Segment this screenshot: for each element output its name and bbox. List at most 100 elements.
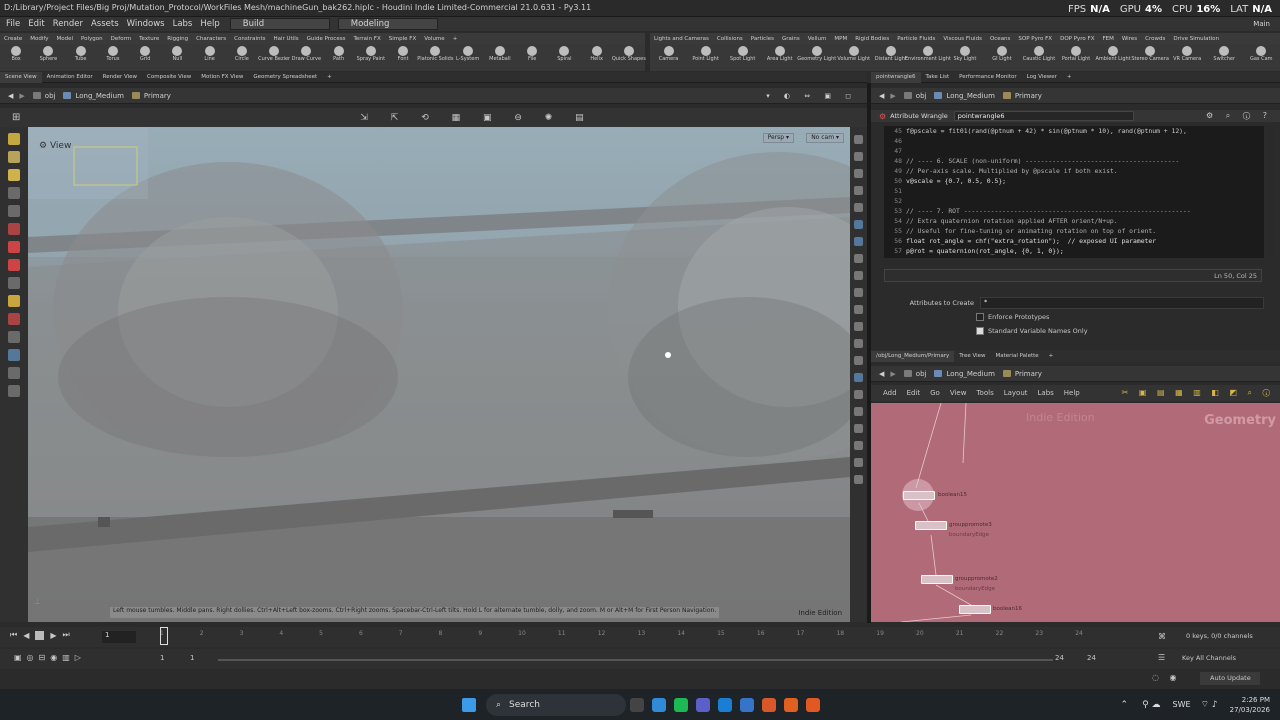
view-tool-icon[interactable] <box>8 277 20 289</box>
perspective-menu[interactable]: Persp ▾ <box>762 133 794 143</box>
range-end[interactable]: 24 <box>1055 654 1064 662</box>
pointer-tool-icon[interactable] <box>8 187 20 199</box>
shelf-tab[interactable]: Particle Fluids <box>893 36 939 42</box>
jump-end-icon[interactable]: ⏭ <box>63 630 70 640</box>
path-geo[interactable]: Long_Medium <box>934 92 995 100</box>
shelf-tool-spray-paint[interactable]: Spray Paint <box>355 44 387 71</box>
tab-composite-view[interactable]: Composite View <box>142 72 196 83</box>
shelf-tool-gas-cam[interactable]: Gas Cam <box>1243 44 1280 71</box>
display-option-icon[interactable] <box>854 339 863 348</box>
shelf-tool-area-light[interactable]: Area Light <box>761 44 798 71</box>
net-menu-edit[interactable]: Edit <box>907 389 921 397</box>
standard-variables-checkbox[interactable] <box>976 327 984 335</box>
keys-icon[interactable]: ⌘ <box>1158 632 1166 641</box>
menu-assets[interactable]: Assets <box>91 19 119 29</box>
shelf-tool-quick-shapes[interactable]: Quick Shapes <box>612 44 646 71</box>
shelf-tab[interactable]: Volume <box>420 36 448 42</box>
range-slider[interactable] <box>218 659 1053 661</box>
paint-tool-icon[interactable] <box>8 295 20 307</box>
tab-geometry-spreadsheet[interactable]: Geometry Spreadsheet <box>248 72 322 83</box>
shelf-tab[interactable]: Terrain FX <box>349 36 384 42</box>
taskbar-search[interactable]: ⌕ Search <box>486 693 626 716</box>
light-tool-icon[interactable] <box>8 367 20 379</box>
display-option-icon[interactable] <box>854 322 863 331</box>
forward-arrow-icon[interactable]: ▶ <box>890 92 895 100</box>
play-icon[interactable]: ▶ <box>50 631 56 640</box>
display-option-icon[interactable] <box>854 356 863 365</box>
camera-menu[interactable]: No cam ▾ <box>806 133 844 143</box>
scene-viewport[interactable]: ⚙ View Persp ▾ No cam ▾ Left mouse tumbl… <box>28 127 850 622</box>
display-option-icon[interactable] <box>854 441 863 450</box>
shelf-tool-path[interactable]: Path <box>323 44 355 71</box>
status-icons[interactable]: ◌ ◉ <box>1152 673 1181 682</box>
tray-icons[interactable]: ⚲ ☁ <box>1142 700 1160 710</box>
handle-tool-icon[interactable] <box>8 223 20 235</box>
tab-motion-fx-view[interactable]: Motion FX View <box>196 72 248 83</box>
shelf-tool-point-light[interactable]: Point Light <box>687 44 724 71</box>
move-tool-icon[interactable] <box>8 151 20 163</box>
shelf-tab[interactable]: Vellum <box>804 36 831 42</box>
shelf-tab[interactable]: Viscous Fluids <box>939 36 986 42</box>
path-obj[interactable]: obj <box>903 92 926 100</box>
shading-icon[interactable] <box>854 237 863 246</box>
tab-scene-view[interactable]: Scene View <box>0 71 42 83</box>
shelf-tab[interactable]: Grains <box>778 36 804 42</box>
shelf-tab[interactable]: Wires <box>1118 36 1141 42</box>
playhead[interactable] <box>160 627 168 645</box>
start-icon[interactable] <box>462 697 476 712</box>
magnet-tool-icon[interactable] <box>8 331 20 343</box>
shelf-tool-switcher[interactable]: Switcher <box>1206 44 1243 71</box>
shelf-tab[interactable]: Modify <box>26 36 52 42</box>
shelf-tool-box[interactable]: Box <box>0 44 32 71</box>
main-label[interactable]: Main <box>1253 20 1270 28</box>
tab-performance-monitor[interactable]: Performance Monitor <box>954 72 1022 83</box>
task-view-icon[interactable] <box>630 697 644 712</box>
display-option-icon[interactable] <box>854 186 863 195</box>
back-arrow-icon[interactable]: ◀ <box>879 370 884 378</box>
step-back-icon[interactable]: ◀ <box>23 631 29 640</box>
display-option-icon[interactable] <box>854 424 863 433</box>
shelf-tab[interactable]: Texture <box>135 36 163 42</box>
lock-icon[interactable] <box>854 169 863 178</box>
shelf-tool-circle[interactable]: Circle <box>226 44 258 71</box>
shelf-tool-portal-light[interactable]: Portal Light <box>1058 44 1095 71</box>
shelf-tool-sphere[interactable]: Sphere <box>32 44 64 71</box>
desktop-build-select[interactable]: Build <box>229 18 330 30</box>
back-arrow-icon[interactable]: ◀ <box>8 92 13 100</box>
display-option-icon[interactable] <box>854 407 863 416</box>
tray-overflow-icon[interactable]: ⌃ <box>1121 700 1129 710</box>
stop-icon[interactable] <box>35 630 45 640</box>
houdini-icon[interactable] <box>806 697 820 712</box>
jump-start-icon[interactable]: ⏮ <box>10 630 17 640</box>
shelf-tool-vr-camera[interactable]: VR Camera <box>1169 44 1206 71</box>
code-scrollbar[interactable] <box>1268 126 1274 258</box>
node-grouppromote2[interactable] <box>921 575 953 584</box>
param-tools-icon[interactable]: ⚙ ⌕ ⓘ ? <box>1206 111 1272 121</box>
forward-arrow-icon[interactable]: ▶ <box>19 92 24 100</box>
shelf-tool-line[interactable]: Line <box>194 44 226 71</box>
tab-take-list[interactable]: Take List <box>921 72 955 83</box>
shelf-tab[interactable]: Model <box>53 36 78 42</box>
shelf-tool-ambient-light[interactable]: Ambient Light <box>1095 44 1132 71</box>
add-pane-tab-icon[interactable]: + <box>1062 72 1077 83</box>
node-name-field[interactable]: pointwrangle6 <box>953 111 1134 121</box>
shelf-tab[interactable]: Rigid Bodies <box>851 36 893 42</box>
net-menu-labs[interactable]: Labs <box>1038 389 1054 397</box>
range-end-2[interactable]: 24 <box>1087 654 1096 662</box>
shelf-tool-spiral[interactable]: Spiral <box>548 44 580 71</box>
shelf-tool-font[interactable]: Font <box>387 44 419 71</box>
shelf-tool-environment-light[interactable]: Environment Light <box>905 44 951 71</box>
shelf-tool-caustic-light[interactable]: Caustic Light <box>1020 44 1057 71</box>
attributes-field[interactable]: * <box>980 297 1264 309</box>
menu-labs[interactable]: Labs <box>173 19 193 29</box>
view-label[interactable]: ⚙ View <box>39 141 71 151</box>
add-pane-tab-icon[interactable]: + <box>1044 351 1059 362</box>
vex-code-editor[interactable]: 45 f@pscale = fit01(rand(@ptnum + 42) * s… <box>884 126 1264 258</box>
shelf-tab[interactable]: Characters <box>192 36 230 42</box>
rotate-tool-icon[interactable] <box>8 169 20 181</box>
path-geo[interactable]: Long_Medium <box>934 370 995 378</box>
shelf-tab[interactable]: Polygon <box>77 36 107 42</box>
shelf-tab[interactable]: DOP Pyro FX <box>1056 36 1098 42</box>
path-obj[interactable]: obj <box>32 92 55 100</box>
shelf-tab[interactable]: Lights and Cameras <box>650 36 713 42</box>
